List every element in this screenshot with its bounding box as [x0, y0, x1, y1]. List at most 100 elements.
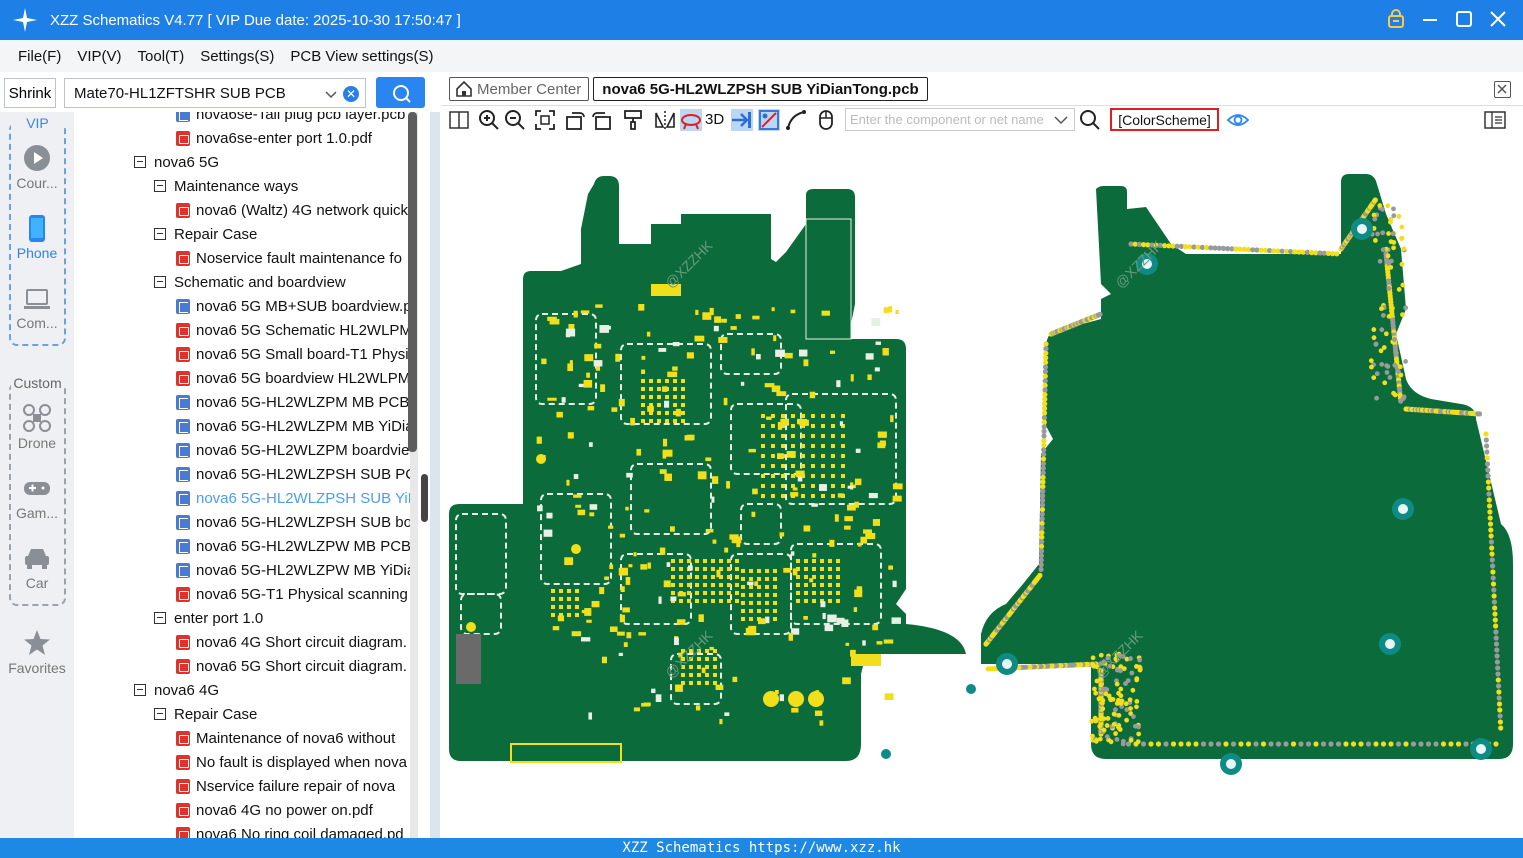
maximize-button[interactable]: [1453, 8, 1475, 30]
color-scheme-button[interactable]: [ColorScheme]: [1110, 108, 1219, 131]
tree-file[interactable]: nova6 4G no power on.pdf: [176, 798, 373, 822]
menu-pcb-view-settings[interactable]: PCB View settings(S): [282, 48, 441, 65]
drone-icon: [23, 404, 51, 432]
tree-file[interactable]: nova6 5G Short circuit diagram.: [176, 654, 407, 678]
tree-file[interactable]: Noservice fault maintenance fo: [176, 246, 402, 270]
category-computer[interactable]: Com...: [0, 284, 74, 331]
close-button[interactable]: [1487, 8, 1509, 30]
pcb-file-icon: [176, 418, 190, 434]
tree-file[interactable]: nova6 4G Short circuit diagram.: [176, 630, 407, 654]
collapse-toggle-icon[interactable]: [154, 276, 166, 288]
lock-icon[interactable]: [1385, 8, 1407, 30]
tree-file[interactable]: No fault is displayed when nova: [176, 750, 407, 774]
tree-file[interactable]: nova6 5G boardview HL2WLPM: [176, 366, 410, 390]
category-drone[interactable]: Drone: [0, 404, 74, 451]
category-phone[interactable]: Phone: [0, 214, 74, 261]
tree-scrollbar-thumb[interactable]: [408, 112, 417, 452]
format-painter-icon[interactable]: [622, 109, 644, 131]
tree-folder[interactable]: Repair Case: [154, 222, 257, 246]
zoom-out-icon[interactable]: [504, 109, 526, 131]
tree-folder[interactable]: enter port 1.0: [154, 606, 263, 630]
pdf-file-icon: [176, 658, 190, 674]
component-search-icon[interactable]: [1079, 109, 1101, 131]
rotate-left-icon[interactable]: [564, 109, 586, 131]
panel-splitter[interactable]: [430, 112, 440, 838]
pcb-file-icon: [176, 394, 190, 410]
collapse-toggle-icon[interactable]: [134, 684, 146, 696]
tree-folder[interactable]: nova6 5G: [134, 150, 219, 174]
collapse-toggle-icon[interactable]: [134, 156, 146, 168]
category-game[interactable]: Gam...: [0, 474, 74, 521]
chevron-down-icon[interactable]: [325, 87, 337, 99]
collapse-toggle-icon[interactable]: [154, 228, 166, 240]
clear-icon[interactable]: ✕: [343, 86, 359, 102]
close-tab-icon[interactable]: [1494, 81, 1511, 98]
category-label: Phone: [16, 245, 58, 261]
search-icon: [392, 84, 411, 103]
collapse-toggle-icon[interactable]: [154, 180, 166, 192]
fit-view-icon[interactable]: [534, 109, 556, 131]
tree-file[interactable]: nova6 5G-HL2WLZPW MB YiDia: [176, 558, 410, 582]
menu-file[interactable]: File(F): [0, 48, 69, 65]
tree-file[interactable]: nova6 No ring coil damaged.pd: [176, 822, 404, 838]
net-highlight-icon[interactable]: [680, 109, 702, 131]
tree-file[interactable]: nova6 5G-HL2WLZPM MB PCB: [176, 390, 409, 414]
side-panel-icon[interactable]: [1484, 109, 1506, 131]
mouse-icon[interactable]: [815, 109, 837, 131]
eye-icon[interactable]: [1226, 109, 1250, 131]
split-view-icon[interactable]: [448, 109, 470, 131]
tree-folder[interactable]: Maintenance ways: [154, 174, 298, 198]
splitter-handle[interactable]: [421, 474, 428, 522]
tree-file[interactable]: nova6 5G Schematic HL2WLPM: [176, 318, 410, 342]
tab-member-center[interactable]: Member Center: [449, 77, 589, 101]
tree-item-label: nova6 5G MB+SUB boardview.p: [196, 297, 410, 315]
tree-file[interactable]: Maintenance of nova6 without: [176, 726, 395, 750]
model-select[interactable]: Mate70-HL1ZFTSHR SUB PCB ✕: [64, 78, 366, 108]
category-favorites[interactable]: Favorites: [0, 629, 74, 676]
menu-vip[interactable]: VIP(V): [69, 48, 129, 65]
menu-tool[interactable]: Tool(T): [130, 48, 193, 65]
tree-file[interactable]: nova6se-enter port 1.0.pdf: [176, 126, 372, 150]
tree-folder[interactable]: nova6 4G: [134, 678, 219, 702]
pcb-canvas[interactable]: @XZZHK @XZZHK @XZZHK @XZZHK: [441, 134, 1523, 838]
category-car[interactable]: Car: [0, 544, 74, 591]
tree-file[interactable]: nova6 5G-HL2WLZPM MB YiDia: [176, 414, 410, 438]
tree-folder[interactable]: Schematic and boardview: [154, 270, 346, 294]
measure-icon[interactable]: [785, 109, 807, 131]
mirror-icon[interactable]: [654, 109, 676, 131]
tree-file[interactable]: nova6se-Tail plug pcb layer.pcb: [176, 112, 405, 126]
title-bar: XZZ Schematics V4.77 [ VIP Due date: 202…: [0, 0, 1523, 40]
search-button[interactable]: [376, 77, 425, 108]
tab-active-pcb[interactable]: nova6 5G-HL2WLZPSH SUB YiDianTong.pcb: [593, 77, 928, 101]
category-course[interactable]: Cour...: [0, 144, 74, 191]
collapse-toggle-icon[interactable]: [154, 612, 166, 624]
tree-file[interactable]: nova6 5G Small board-T1 Physi: [176, 342, 409, 366]
tree-item-label: Repair Case: [174, 705, 258, 723]
component-search-input[interactable]: Enter the component or net name: [845, 108, 1075, 131]
pcb-file-icon: [176, 298, 190, 314]
tree-file[interactable]: nova6 5G-HL2WLZPW MB PCB: [176, 534, 410, 558]
category-label: Com...: [16, 315, 58, 331]
zoom-in-icon[interactable]: [478, 109, 500, 131]
tree-file[interactable]: Nservice failure repair of nova: [176, 774, 395, 798]
rotate-right-icon[interactable]: [591, 109, 613, 131]
flip-board-icon[interactable]: [731, 109, 753, 131]
tree-item-label: nova6 4G no power on.pdf: [196, 801, 373, 819]
tree-file[interactable]: nova6 5G-HL2WLZPSH SUB YiD: [176, 486, 410, 510]
tree-folder[interactable]: Repair Case: [154, 702, 257, 726]
category-label: Drone: [17, 435, 57, 451]
tree-file[interactable]: nova6 5G-HL2WLZPSH SUB boa: [176, 510, 410, 534]
tree-file[interactable]: nova6 (Waltz) 4G network quick: [176, 198, 408, 222]
menu-settings[interactable]: Settings(S): [192, 48, 282, 65]
tree-file[interactable]: nova6 5G MB+SUB boardview.p: [176, 294, 410, 318]
collapse-toggle-icon[interactable]: [154, 708, 166, 720]
minimize-button[interactable]: [1419, 8, 1441, 30]
shrink-button[interactable]: Shrink: [4, 78, 56, 108]
tree-file[interactable]: nova6 5G-HL2WLZPM boardvie: [176, 438, 409, 462]
model-select-value: Mate70-HL1ZFTSHR SUB PCB: [74, 84, 286, 102]
tree-file[interactable]: nova6 5G-HL2WLZPSH SUB PCE: [176, 462, 410, 486]
document-area: Member Center nova6 5G-HL2WLZPSH SUB YiD…: [441, 72, 1523, 838]
3d-toggle[interactable]: 3D: [705, 111, 724, 128]
tree-file[interactable]: nova6 5G-T1 Physical scanning: [176, 582, 408, 606]
layer-view-icon[interactable]: [758, 109, 780, 131]
